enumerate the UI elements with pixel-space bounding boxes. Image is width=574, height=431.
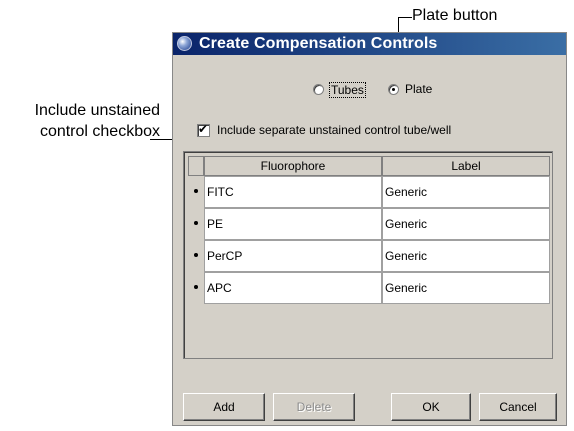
delete-button[interactable]: Delete: [273, 393, 355, 421]
table-corner-header: [188, 156, 204, 176]
checkmark-icon: ✔: [198, 122, 209, 136]
unstained-control-checkbox[interactable]: ✔: [197, 122, 210, 137]
label-cell[interactable]: Generic: [382, 240, 550, 272]
add-button[interactable]: Add: [183, 393, 265, 421]
table-row[interactable]: PerCP Generic: [188, 240, 550, 272]
label-cell[interactable]: Generic: [382, 208, 550, 240]
row-marker-icon: [194, 189, 198, 193]
unstained-control-checkbox-label[interactable]: Include separate unstained control tube/…: [217, 123, 451, 137]
fluorophore-table: Fluorophore Label FITC Generic PE Generi…: [183, 151, 553, 359]
tubes-radio-label[interactable]: Tubes: [329, 82, 366, 98]
row-marker-icon: [194, 221, 198, 225]
label-column-header[interactable]: Label: [382, 156, 550, 176]
row-marker-icon: [194, 285, 198, 289]
dialog-title: Create Compensation Controls: [199, 35, 438, 52]
fluorophore-cell[interactable]: PerCP: [204, 240, 382, 272]
table-body: FITC Generic PE Generic PerCP Generic AP…: [188, 176, 550, 304]
ok-button[interactable]: OK: [391, 393, 471, 421]
fluorophore-cell[interactable]: PE: [204, 208, 382, 240]
row-marker-icon: [194, 253, 198, 257]
fluorophore-column-header[interactable]: Fluorophore: [204, 156, 382, 176]
label-cell[interactable]: Generic: [382, 176, 550, 208]
create-compensation-controls-dialog: Create Compensation Controls Tubes Plate…: [172, 32, 567, 426]
label-cell[interactable]: Generic: [382, 272, 550, 304]
table-row[interactable]: FITC Generic: [188, 176, 550, 208]
tubes-radio[interactable]: [313, 84, 324, 95]
cancel-button[interactable]: Cancel: [479, 393, 557, 421]
plate-callout-leader-horizontal: [398, 17, 412, 18]
plate-radio[interactable]: [388, 84, 399, 95]
table-row[interactable]: APC Generic: [188, 272, 550, 304]
dialog-title-bar[interactable]: Create Compensation Controls: [173, 33, 566, 55]
plate-button-callout: Plate button: [412, 7, 498, 24]
fluorophore-cell[interactable]: APC: [204, 272, 382, 304]
fluorophore-cell[interactable]: FITC: [204, 176, 382, 208]
table-row[interactable]: PE Generic: [188, 208, 550, 240]
app-globe-icon: [177, 36, 192, 51]
unstained-checkbox-callout: Include unstained control checkbox: [34, 102, 160, 140]
plate-radio-label[interactable]: Plate: [405, 82, 432, 96]
